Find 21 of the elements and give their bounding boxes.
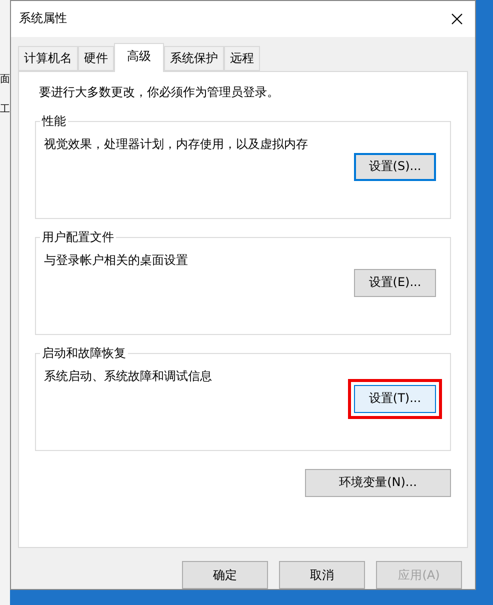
tab[interactable]: 硬件 <box>78 46 114 71</box>
settings-button[interactable]: 设置(E)... <box>354 268 436 297</box>
group-title: 性能 <box>40 112 67 130</box>
tab[interactable]: 远程 <box>224 46 260 71</box>
window-title: 系统属性 <box>19 10 67 28</box>
notice-text: 要进行大多数更改，你必须作为管理员登录。 <box>39 84 280 101</box>
group-description: 系统启动、系统故障和调试信息 <box>44 368 213 385</box>
environment-variables-button[interactable]: 环境变量(N)... <box>305 468 451 497</box>
tab[interactable]: 系统保护 <box>164 46 224 71</box>
dialog-button[interactable]: 确定 <box>182 561 268 589</box>
tab[interactable]: 高级 <box>114 42 164 72</box>
group-title: 用户配置文件 <box>41 228 115 246</box>
group-description: 与登录帐户相关的桌面设置 <box>44 252 189 269</box>
close-icon <box>451 12 463 25</box>
background-text: 工 <box>0 104 10 116</box>
settings-button[interactable]: 设置(S)... <box>354 152 436 181</box>
group-title: 启动和故障恢复 <box>41 344 127 362</box>
dialog-button[interactable]: 取消 <box>279 561 365 589</box>
background-text: 面 <box>0 74 10 86</box>
tab[interactable]: 计算机名 <box>18 46 78 71</box>
group-description: 视觉效果，处理器计划，内存使用，以及虚拟内存 <box>44 136 309 153</box>
